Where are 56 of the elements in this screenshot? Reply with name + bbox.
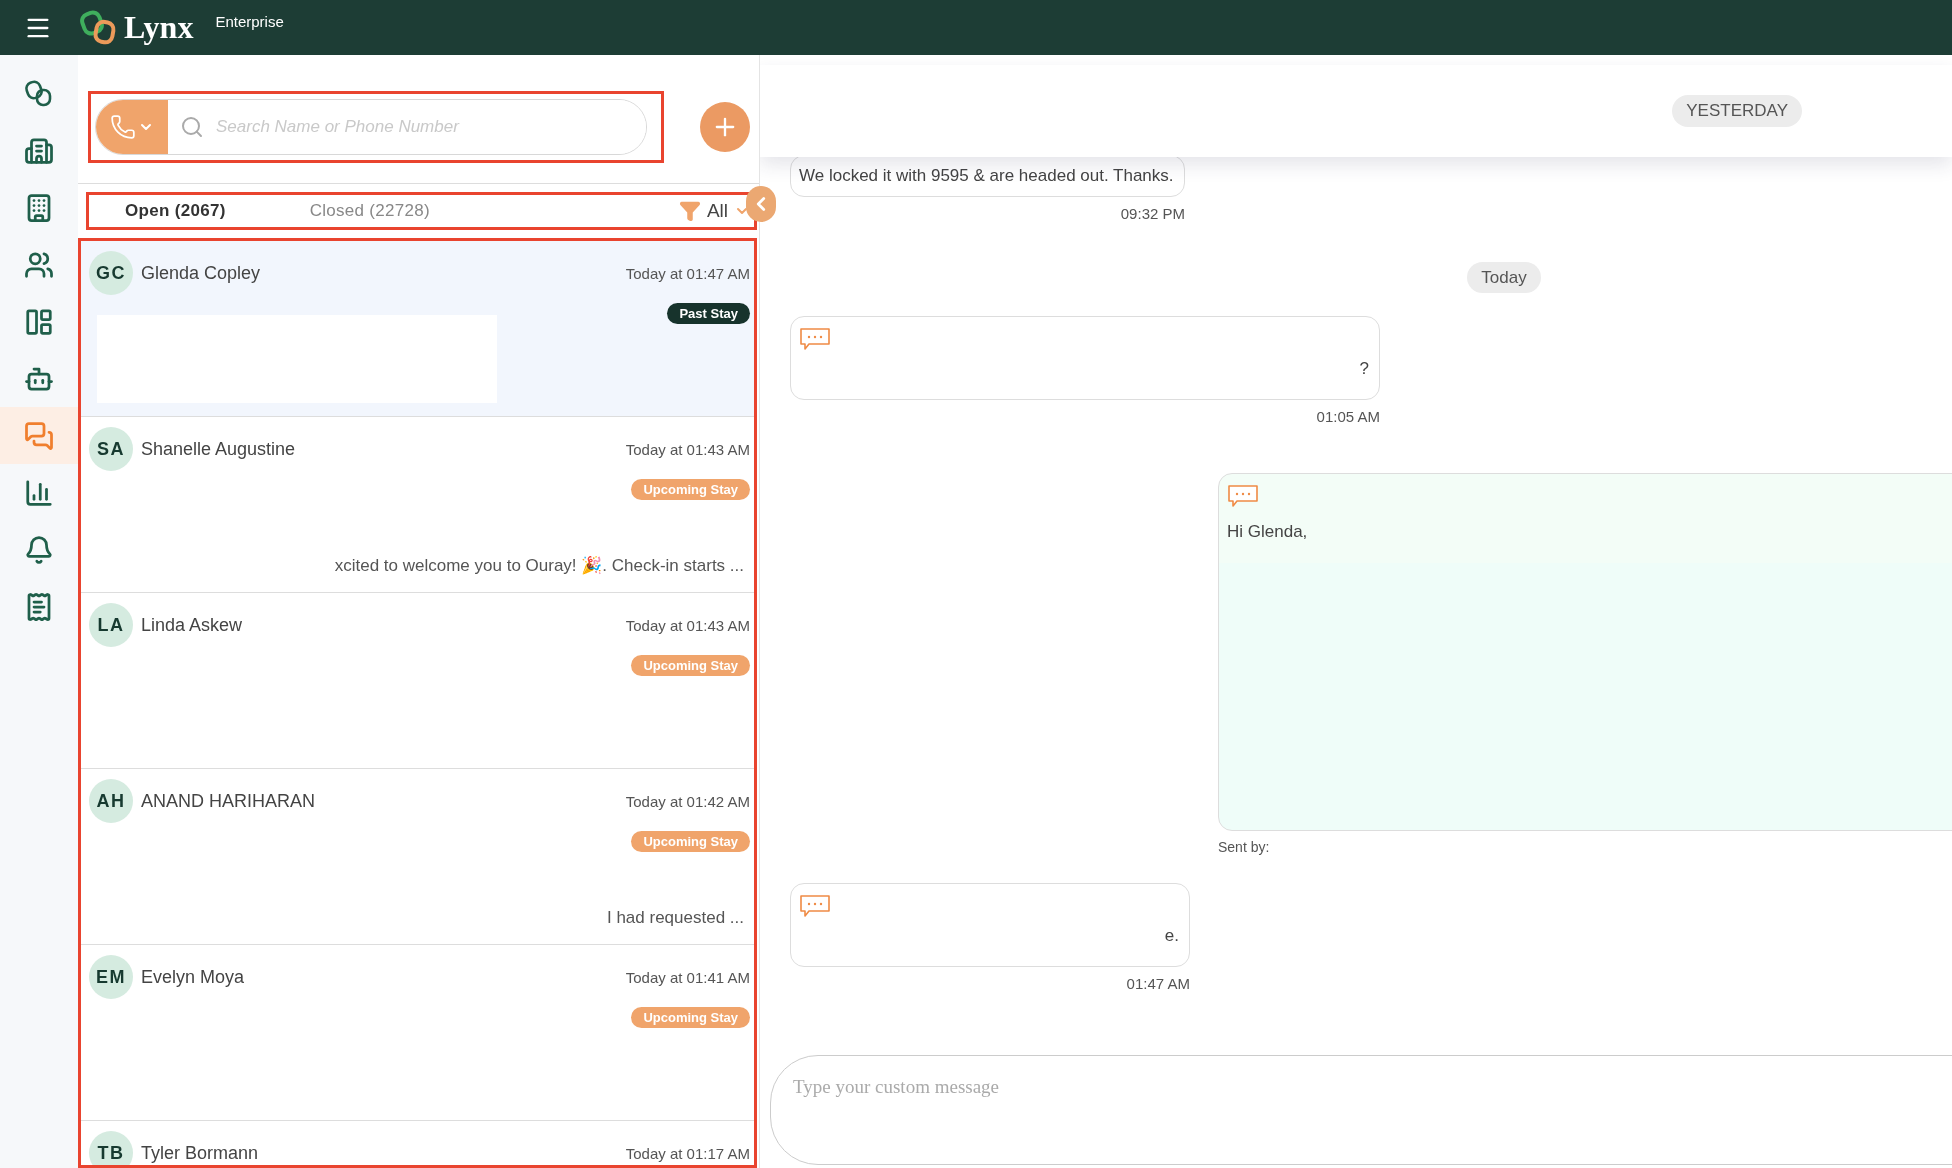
sms-icon xyxy=(799,894,831,918)
edition-label: Enterprise xyxy=(215,13,284,30)
message-input[interactable]: Type your custom message xyxy=(770,1055,1952,1165)
tab[interactable]: Open (2067) xyxy=(125,201,226,221)
logo-icon xyxy=(80,9,118,46)
date-badge: Today xyxy=(1467,262,1541,293)
contact-name: ANAND HARIHARAN xyxy=(141,790,316,812)
message-time: 01:05 AM xyxy=(1316,408,1380,425)
date-badge: YESTERDAY xyxy=(1672,95,1802,127)
message-time: 09:32 PM xyxy=(1120,205,1185,222)
stay-badge: Upcoming Stay xyxy=(631,1007,750,1028)
stay-badge: Past Stay xyxy=(667,303,750,324)
conversation-item[interactable]: GC Glenda Copley Today at 01:47 AM Past Stay xyxy=(81,241,754,417)
contact-name: Glenda Copley xyxy=(141,262,261,284)
timestamp: Today at 01:43 AM xyxy=(625,616,750,634)
message-text: ? xyxy=(1359,359,1369,379)
message-preview: I had requested ... xyxy=(606,908,744,928)
avatar: LA xyxy=(89,603,133,647)
message-preview: xcited to welcome you to Ouray! 🎉. Check-in starts ... xyxy=(334,555,744,576)
message-text: We locked it with 9595 & are headed out. Thanks. xyxy=(799,166,1174,186)
avatar: GC xyxy=(89,251,133,295)
contact-name: Linda Askew xyxy=(141,614,243,636)
sms-icon xyxy=(1227,484,1259,508)
filter-icon xyxy=(678,200,701,222)
sms-icon xyxy=(799,327,831,351)
contact-name: Shanelle Augustine xyxy=(141,438,296,460)
phone-icon xyxy=(110,114,136,140)
timestamp: Today at 01:42 AM xyxy=(625,792,750,810)
bell-icon xyxy=(24,534,54,565)
message-time: 01:47 AM xyxy=(1126,975,1190,992)
people-icon xyxy=(24,249,54,280)
sent-by-label: Sent by: xyxy=(1218,839,1270,855)
timestamp: Today at 01:17 AM xyxy=(625,1144,750,1162)
stay-badge: Upcoming Stay xyxy=(631,655,750,676)
stay-badge: Upcoming Stay xyxy=(631,479,750,500)
contact-name: Evelyn Moya xyxy=(141,966,245,988)
stay-badge: Upcoming Stay xyxy=(631,831,750,852)
timestamp: Today at 01:43 AM xyxy=(625,440,750,458)
chat-icon xyxy=(24,420,54,451)
brand-name: Lynx xyxy=(124,9,194,46)
avatar: EM xyxy=(89,955,133,999)
search-icon xyxy=(180,115,204,139)
avatar: SA xyxy=(89,427,133,471)
bar-chart-icon xyxy=(24,477,54,508)
building-icon xyxy=(24,135,54,166)
timestamp: Today at 01:41 AM xyxy=(625,968,750,986)
filter-dropdown[interactable]: All xyxy=(678,200,750,222)
timestamp: Today at 01:47 AM xyxy=(625,264,750,282)
message-text: Hi Glenda, xyxy=(1227,522,1308,542)
message-text: e. xyxy=(1164,926,1179,946)
avatar: TB xyxy=(89,1131,133,1165)
layout-icon xyxy=(24,306,54,337)
tab[interactable]: Closed (22728) xyxy=(309,201,431,221)
rings-icon xyxy=(24,78,54,109)
contact-name: Tyler Bormann xyxy=(141,1142,259,1164)
avatar: AH xyxy=(89,779,133,823)
